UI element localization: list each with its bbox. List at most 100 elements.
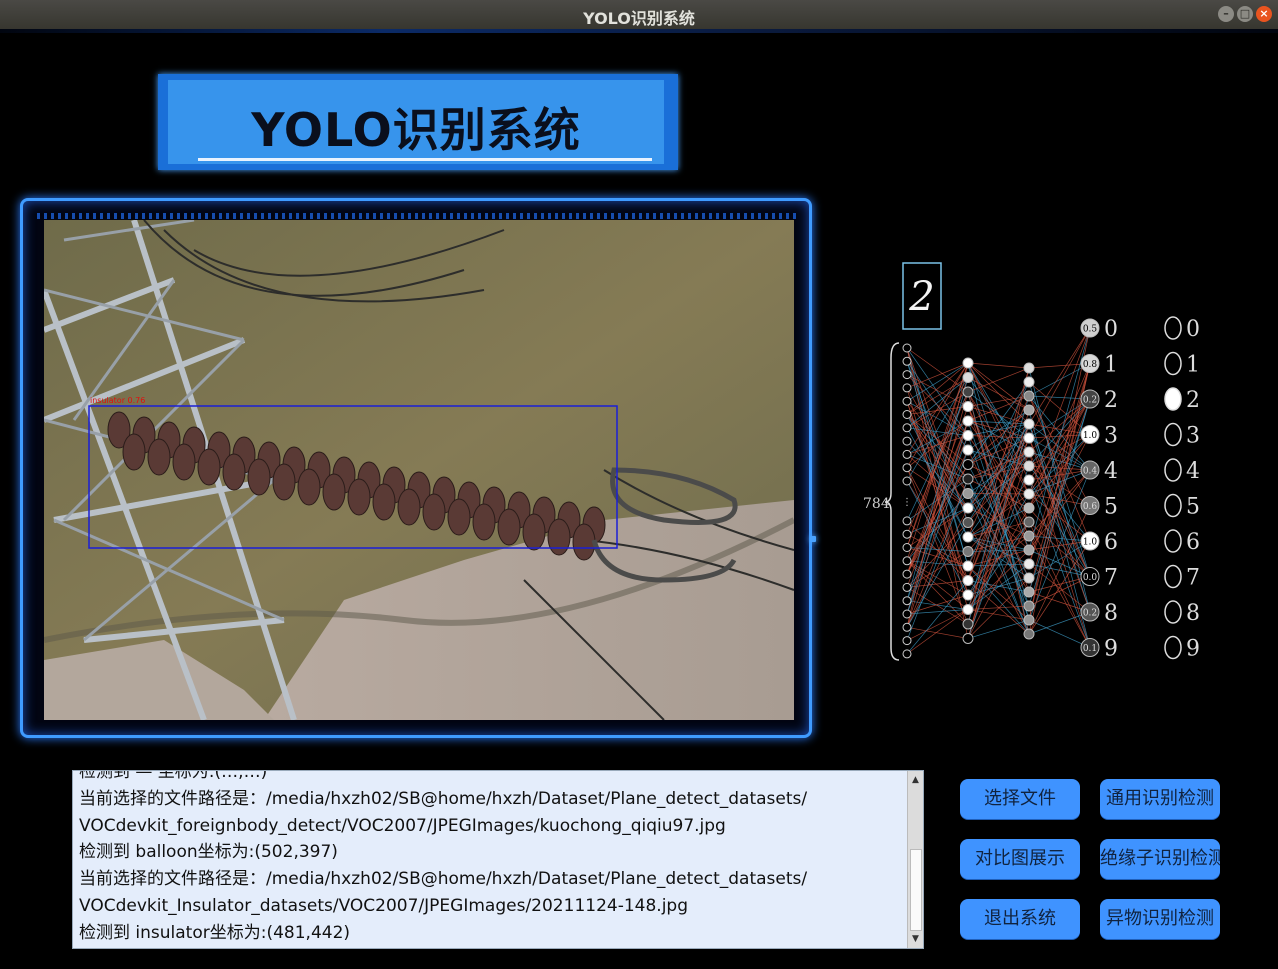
nn-result-digit: 1 xyxy=(1186,353,1200,378)
nn-node xyxy=(1023,558,1035,570)
scroll-up-icon[interactable]: ▲ xyxy=(908,773,923,787)
nn-node xyxy=(1023,390,1035,402)
nn-edge xyxy=(906,507,969,548)
page-title: YOLO识别系统 xyxy=(251,103,581,157)
nn-edge xyxy=(967,362,1030,369)
log-output[interactable]: 检测到 — 坐标为:(…,…) 当前选择的文件路径是：/media/hxzh02/… xyxy=(72,770,924,949)
nn-node xyxy=(1023,460,1035,472)
nn-node xyxy=(902,569,912,579)
nn-node xyxy=(962,546,974,557)
nn-node xyxy=(962,473,974,485)
nn-node xyxy=(1023,586,1035,598)
nn-node xyxy=(902,636,912,646)
nn-node xyxy=(1023,600,1035,612)
neural-network-illustration: 2 784 ⋮ 0.5 0 0 0.8 1 1 0.2 2 2 1.0 3 3 0.4 4 4 0.6 5 5 1.… xyxy=(855,258,1210,698)
nn-result-node xyxy=(1164,529,1182,553)
header-strip xyxy=(0,29,1278,33)
nn-node xyxy=(902,582,912,592)
nn-result-node xyxy=(1164,564,1182,589)
exit-system-button[interactable]: 退出系统 xyxy=(960,899,1080,939)
input-count-label: 784 xyxy=(863,496,890,512)
nn-node xyxy=(962,517,974,528)
detection-label: insulator 0.76 xyxy=(90,396,145,405)
log-scrollbar[interactable]: ▲ ▼ xyxy=(907,771,923,948)
select-file-button[interactable]: 选择文件 xyxy=(960,779,1080,819)
nn-node xyxy=(902,410,912,419)
nn-node xyxy=(902,370,912,380)
nn-edge xyxy=(1028,540,1091,635)
nn-node xyxy=(902,529,912,539)
nn-node xyxy=(902,449,912,459)
nn-node xyxy=(1023,404,1035,416)
nn-result-digit: 7 xyxy=(1186,566,1200,591)
nn-node xyxy=(902,556,912,566)
nn-output-digit: 1 xyxy=(1104,353,1118,378)
log-line: 当前选择的文件路径是：/media/hxzh02/SB@home/hxzh/Da… xyxy=(79,869,808,890)
nn-node xyxy=(962,618,974,630)
nn-output-digit: 9 xyxy=(1104,637,1118,662)
nn-node xyxy=(962,531,974,543)
nn-node xyxy=(962,575,974,586)
window-title: YOLO识别系统 xyxy=(583,9,695,28)
insulator-detect-button[interactable]: 绝缘子识别检测 xyxy=(1100,839,1220,879)
nn-node xyxy=(962,589,974,601)
nn-output-value: 0.0 xyxy=(1083,573,1098,583)
log-line: VOCdevkit_foreignbody_detect/VOC2007/JPE… xyxy=(79,815,726,836)
nn-node xyxy=(1023,432,1035,444)
nn-output-digit: 6 xyxy=(1104,530,1118,555)
nn-output-value: 0.1 xyxy=(1083,644,1097,654)
compare-view-button[interactable]: 对比图展示 xyxy=(960,839,1080,879)
nn-output-value: 0.8 xyxy=(1083,360,1098,370)
nn-node xyxy=(902,356,912,366)
nn-node xyxy=(902,383,912,393)
nn-node xyxy=(962,560,974,572)
nn-node xyxy=(962,357,974,369)
nn-node xyxy=(902,463,912,473)
nn-result-node xyxy=(1164,493,1182,518)
window-titlebar: YOLO识别系统 – □ × xyxy=(0,0,1278,29)
nn-result-node xyxy=(1164,316,1182,340)
nn-edge xyxy=(1028,619,1091,648)
nn-output-value: 0.2 xyxy=(1083,396,1097,406)
nn-node xyxy=(1023,446,1035,458)
log-line: 检测到 — 坐标为:(…,…) xyxy=(79,770,268,782)
nn-result-digit: 4 xyxy=(1186,459,1200,484)
nn-output-digit: 5 xyxy=(1104,495,1118,520)
general-detect-button[interactable]: 通用识别检测 xyxy=(1100,779,1220,819)
nn-node xyxy=(1023,544,1035,556)
close-icon[interactable]: × xyxy=(1256,6,1272,22)
nn-output-digit: 2 xyxy=(1104,388,1118,413)
nn-node xyxy=(1023,628,1035,640)
nn-result-node xyxy=(1164,422,1182,447)
input-digit: 2 xyxy=(908,274,934,320)
nn-node xyxy=(1023,530,1035,542)
nn-edge xyxy=(1028,363,1091,397)
nn-output-value: 0.2 xyxy=(1083,609,1097,619)
nn-output-value: 0.5 xyxy=(1083,325,1098,335)
scroll-down-icon[interactable]: ▼ xyxy=(908,932,923,946)
nn-output-digit: 0 xyxy=(1104,317,1118,342)
nn-node xyxy=(902,649,912,659)
detection-image: insulator 0.76 xyxy=(44,220,794,720)
nn-node xyxy=(902,476,912,486)
log-line: 当前选择的文件路径是：/media/hxzh02/SB@home/hxzh/Da… xyxy=(79,788,808,809)
nn-node xyxy=(1023,502,1035,514)
nn-node xyxy=(962,604,974,615)
minimize-icon[interactable]: – xyxy=(1218,6,1234,22)
nn-node xyxy=(902,609,912,619)
nn-result-node xyxy=(1164,458,1182,482)
nn-edge xyxy=(967,565,1030,635)
nn-edge xyxy=(906,626,969,639)
foreign-object-detect-button[interactable]: 异物识别检测 xyxy=(1100,899,1220,939)
nn-node xyxy=(902,423,912,433)
nn-node xyxy=(902,596,912,606)
nn-edge xyxy=(967,437,1030,465)
nn-node xyxy=(902,543,912,552)
nn-node xyxy=(962,430,974,441)
nn-node xyxy=(1023,474,1035,486)
nn-result-digit: 9 xyxy=(1186,637,1200,662)
nn-node xyxy=(902,622,912,632)
scroll-thumb[interactable] xyxy=(910,849,922,931)
nn-node xyxy=(902,436,912,446)
maximize-icon[interactable]: □ xyxy=(1237,6,1253,22)
